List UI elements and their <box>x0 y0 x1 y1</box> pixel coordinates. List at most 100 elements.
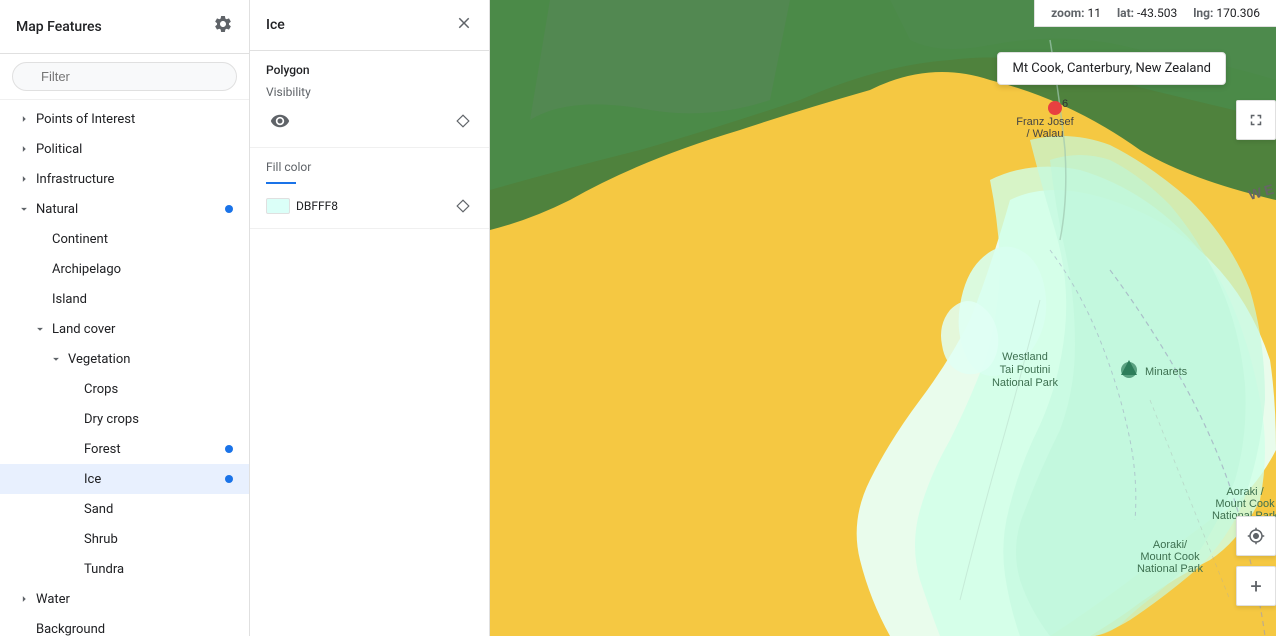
sidebar-item-political[interactable]: Political <box>0 134 249 164</box>
chevron-icon <box>16 141 32 157</box>
sidebar-item-label: Dry crops <box>84 412 233 427</box>
chevron-icon <box>48 351 64 367</box>
sidebar-item-label: Crops <box>84 382 233 397</box>
chevron-icon <box>16 201 32 217</box>
sidebar-item-label: Ice <box>84 472 225 487</box>
svg-text:Mount Cook: Mount Cook <box>1215 498 1275 510</box>
visibility-controls <box>266 107 473 135</box>
chevron-icon <box>64 441 80 457</box>
svg-text:National Park: National Park <box>1137 563 1204 575</box>
chevron-icon <box>16 111 32 127</box>
lng-display: lng: 170.306 <box>1193 6 1260 20</box>
sidebar-item-label: Land cover <box>52 322 233 337</box>
sidebar-item-label: Points of Interest <box>36 112 233 127</box>
fullscreen-button[interactable] <box>1236 100 1276 140</box>
zoom-display: zoom: 11 <box>1051 6 1101 20</box>
chevron-icon <box>32 261 48 277</box>
sidebar-item-ice[interactable]: Ice <box>0 464 249 494</box>
locate-button[interactable] <box>1236 516 1276 556</box>
fill-color-row: DBFFF8 <box>266 196 473 216</box>
color-hex: DBFFF8 <box>296 199 338 213</box>
sidebar-item-water[interactable]: Water <box>0 584 249 614</box>
sidebar-item-infrastructure[interactable]: Infrastructure <box>0 164 249 194</box>
chevron-icon <box>16 171 32 187</box>
visibility-label: Visibility <box>266 85 473 99</box>
sidebar-item-label: Water <box>36 592 233 607</box>
sidebar-item-label: Continent <box>52 232 233 247</box>
lat-display: lat: -43.503 <box>1117 6 1177 20</box>
sidebar-item-island[interactable]: Island <box>0 284 249 314</box>
sidebar-item-label: Natural <box>36 202 225 217</box>
map-svg: WEST COAST WEST COAST WEST COAST CANTERB… <box>490 0 1276 636</box>
svg-text:Minarets: Minarets <box>1145 366 1188 378</box>
fill-color-section: Fill color DBFFF8 <box>250 148 489 229</box>
detail-header: Ice <box>250 0 489 51</box>
sidebar-item-archipelago[interactable]: Archipelago <box>0 254 249 284</box>
settings-icon[interactable] <box>213 14 233 39</box>
sidebar-item-background[interactable]: Background <box>0 614 249 636</box>
sidebar-item-label: Archipelago <box>52 262 233 277</box>
svg-text:Franz Josef: Franz Josef <box>1016 116 1074 128</box>
chevron-icon <box>64 531 80 547</box>
color-swatch <box>266 198 290 214</box>
svg-text:National Park: National Park <box>992 377 1059 389</box>
sidebar-item-natural[interactable]: Natural <box>0 194 249 224</box>
chevron-icon <box>32 291 48 307</box>
svg-text:Tai Poutini: Tai Poutini <box>1000 364 1051 376</box>
sidebar-item-vegetation[interactable]: Vegetation <box>0 344 249 374</box>
nav-list: Points of Interest Political Infrastructur… <box>0 100 249 636</box>
sidebar-item-forest[interactable]: Forest <box>0 434 249 464</box>
map-area[interactable]: zoom: 11 lat: -43.503 lng: 170.306 Mt Co… <box>490 0 1276 636</box>
sidebar-item-label: Shrub <box>84 532 233 547</box>
visibility-eye-icon[interactable] <box>266 107 294 135</box>
sidebar-item-label: Tundra <box>84 562 233 577</box>
sidebar-item-label: Political <box>36 142 233 157</box>
chevron-icon <box>16 621 32 636</box>
sidebar-header: Map Features <box>0 0 249 54</box>
active-dot <box>225 205 233 213</box>
sidebar-item-crops[interactable]: Crops <box>0 374 249 404</box>
svg-text:Aoraki/: Aoraki/ <box>1153 539 1188 551</box>
polygon-label: Polygon <box>266 63 473 77</box>
active-dot <box>225 445 233 453</box>
sidebar-title: Map Features <box>16 19 102 35</box>
fill-color-divider <box>266 182 296 184</box>
detail-panel: Ice Polygon Visibility Fill color DBFFF8 <box>250 0 490 636</box>
filter-input[interactable] <box>12 62 237 91</box>
sidebar-item-continent[interactable]: Continent <box>0 224 249 254</box>
sidebar-item-label: Forest <box>84 442 225 457</box>
close-button[interactable] <box>455 14 473 36</box>
chevron-icon <box>64 381 80 397</box>
sidebar-item-points-of-interest[interactable]: Points of Interest <box>0 104 249 134</box>
chevron-icon <box>64 471 80 487</box>
svg-text:Westland: Westland <box>1002 351 1048 363</box>
chevron-icon <box>16 591 32 607</box>
sidebar-item-label: Background <box>36 622 233 636</box>
fill-color-label: Fill color <box>266 160 473 174</box>
visibility-diamond-icon[interactable] <box>453 111 473 131</box>
sidebar-item-tundra[interactable]: Tundra <box>0 554 249 584</box>
polygon-section: Polygon Visibility <box>250 51 489 148</box>
color-swatch-wrap[interactable]: DBFFF8 <box>266 198 338 214</box>
detail-title: Ice <box>266 17 285 33</box>
sidebar-item-label: Vegetation <box>68 352 233 367</box>
zoom-plus-button[interactable]: + <box>1236 566 1276 606</box>
chevron-icon <box>64 411 80 427</box>
map-tooltip: Mt Cook, Canterbury, New Zealand <box>997 52 1226 85</box>
chevron-icon <box>64 561 80 577</box>
sidebar-item-dry-crops[interactable]: Dry crops <box>0 404 249 434</box>
svg-text:Mount Cook: Mount Cook <box>1140 551 1200 563</box>
filter-bar <box>0 54 249 100</box>
fill-color-diamond-icon[interactable] <box>453 196 473 216</box>
active-dot <box>225 475 233 483</box>
chevron-icon <box>64 501 80 517</box>
chevron-icon <box>32 321 48 337</box>
sidebar-item-sand[interactable]: Sand <box>0 494 249 524</box>
sidebar: Map Features Points of Interest Political… <box>0 0 250 636</box>
chevron-icon <box>32 231 48 247</box>
svg-text:/ Walau: / Walau <box>1027 128 1064 140</box>
sidebar-item-land-cover[interactable]: Land cover <box>0 314 249 344</box>
sidebar-item-shrub[interactable]: Shrub <box>0 524 249 554</box>
svg-text:6: 6 <box>1062 98 1068 110</box>
map-topbar: zoom: 11 lat: -43.503 lng: 170.306 <box>1034 0 1276 27</box>
